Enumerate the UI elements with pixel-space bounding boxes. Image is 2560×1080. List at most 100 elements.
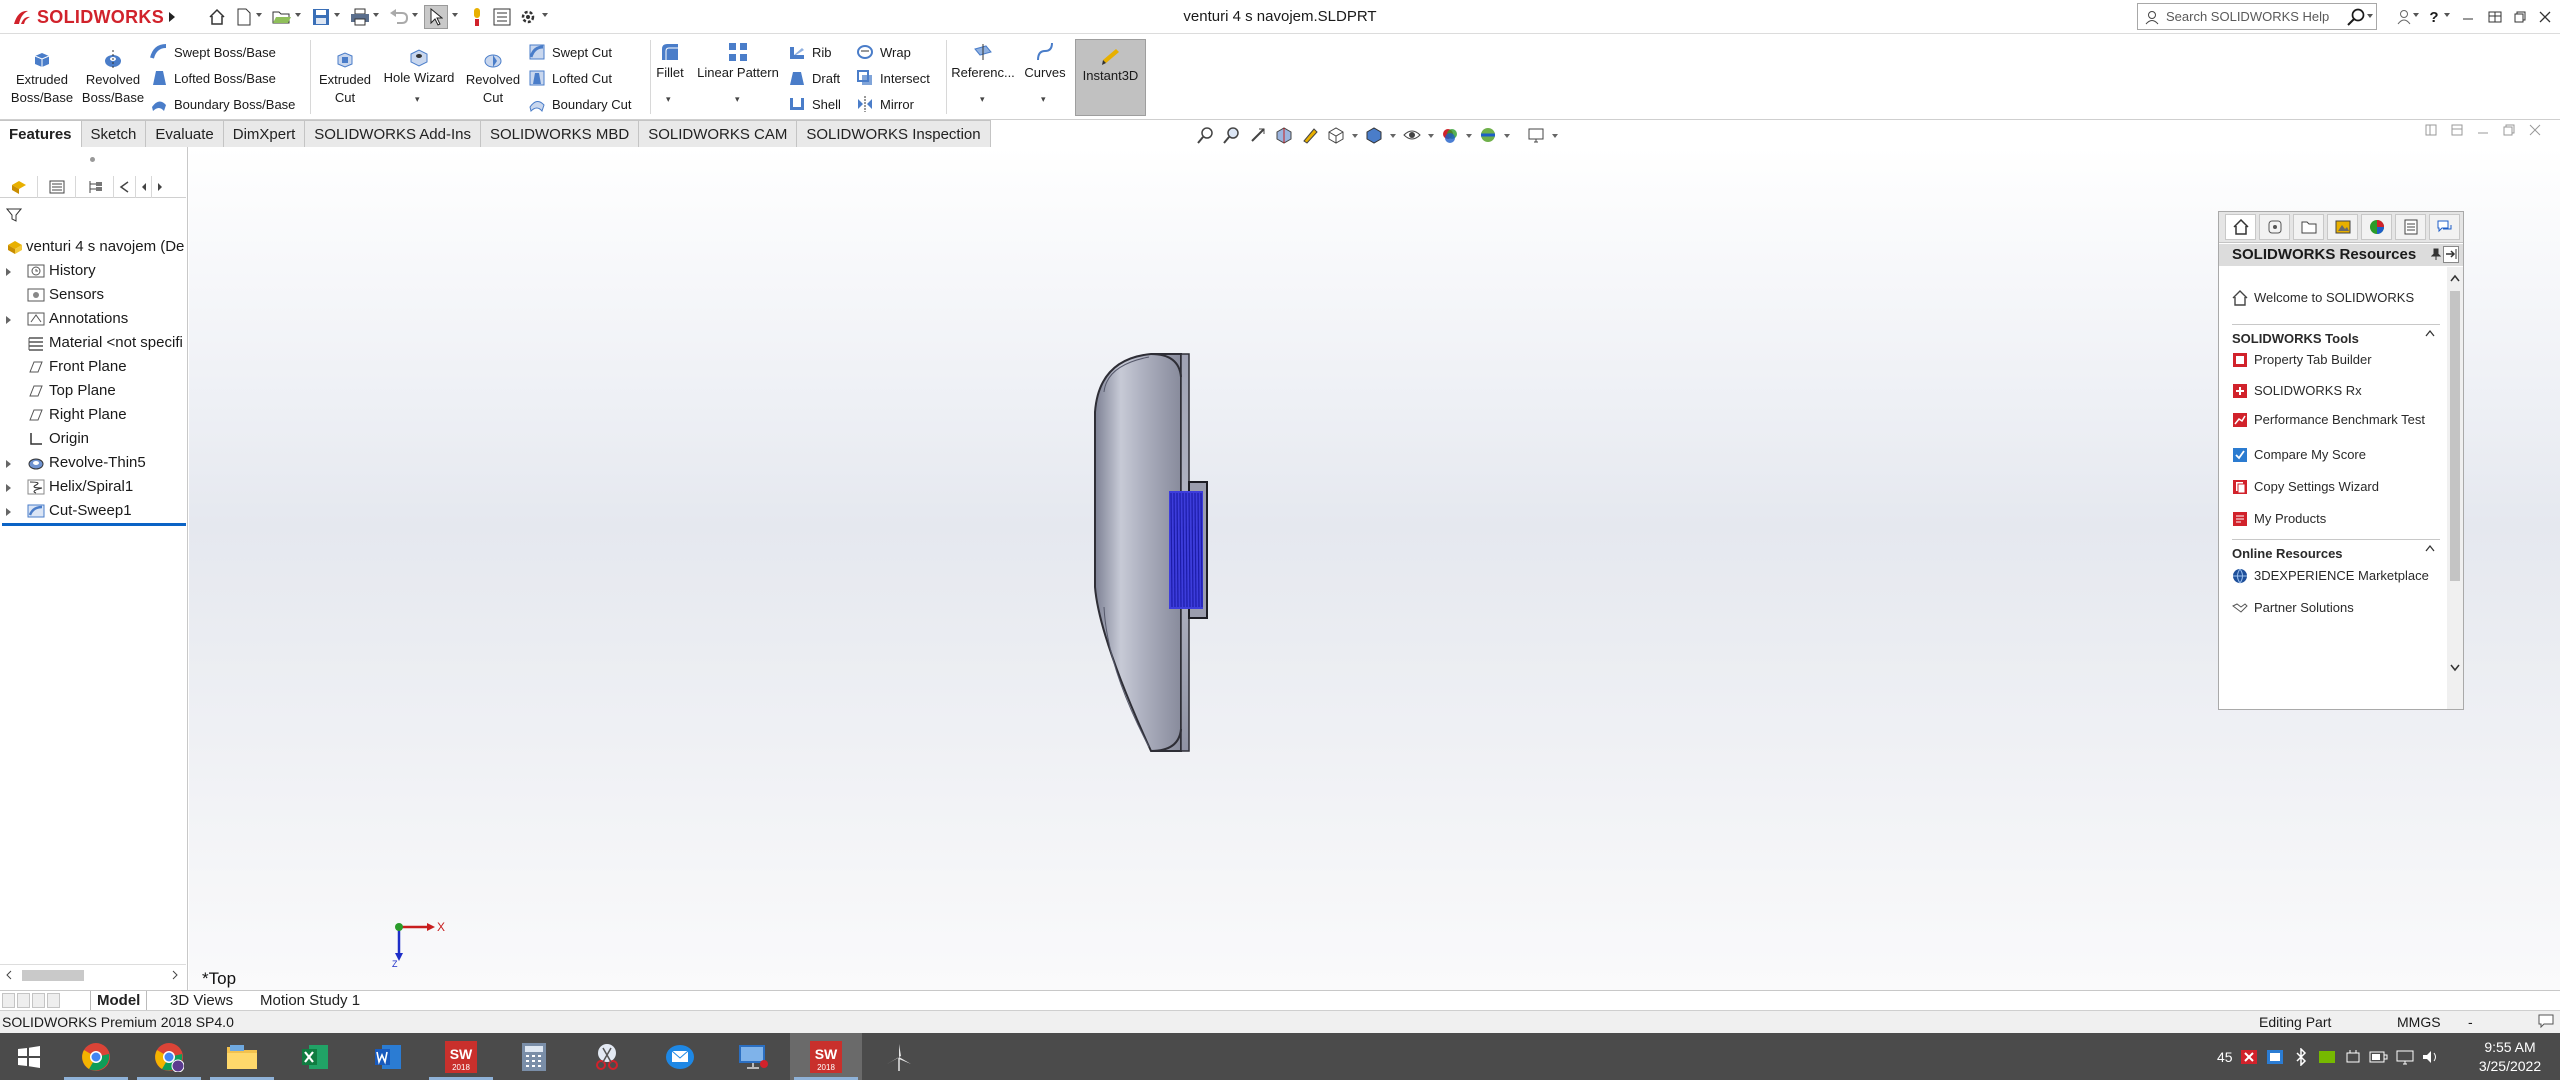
tree-item-right-plane[interactable]: Right Plane [0, 403, 186, 427]
linear-pattern-dropdown-icon[interactable]: ▾ [735, 94, 740, 105]
status-speech-icon[interactable] [2538, 1014, 2554, 1028]
print-icon[interactable] [348, 5, 372, 29]
search-icon[interactable] [2347, 8, 2367, 26]
revolved-boss-button[interactable]: Revolved Boss/Base [80, 48, 146, 107]
apply-scene-icon[interactable] [1477, 124, 1499, 146]
tree-item-cut-sweep1[interactable]: Cut-Sweep1 [0, 499, 186, 523]
expand-arrow-icon[interactable] [6, 268, 11, 276]
tree-item-top-plane[interactable]: Top Plane [0, 379, 186, 403]
expand-arrow-icon[interactable] [6, 316, 11, 324]
tree-item-annotations[interactable]: Annotations [0, 307, 186, 331]
previous-tab-icon[interactable] [17, 993, 30, 1008]
help-question-icon[interactable]: ? [2423, 6, 2445, 28]
tab-3d-views[interactable]: 3D Views [164, 991, 239, 1011]
file-explorer-icon[interactable] [2293, 214, 2324, 240]
scroll-down-icon[interactable] [2450, 664, 2460, 672]
tool-link-performance-benchmark[interactable]: Performance Benchmark Test [2232, 412, 2432, 428]
shell-button[interactable]: Shell [788, 93, 841, 115]
tools-section-header[interactable]: SOLIDWORKS Tools [2232, 324, 2440, 346]
boundary-cut-button[interactable]: Boundary Cut [528, 93, 632, 115]
revolved-cut-button[interactable]: Revolved Cut [460, 48, 526, 107]
tool-link-property-tab-builder[interactable]: Property Tab Builder [2232, 352, 2432, 368]
design-library-icon[interactable] [2259, 214, 2290, 240]
scroll-right-icon[interactable] [172, 970, 178, 980]
hole-wizard-button[interactable]: Hole Wizard [380, 46, 458, 87]
appearances-scenes-icon[interactable] [2361, 214, 2392, 240]
dimxpert-manager-tab-icon[interactable] [114, 176, 136, 198]
online-resources-section-header[interactable]: Online Resources [2232, 539, 2440, 561]
online-link-3dexperience-marketplace[interactable]: 3DEXPERIENCE Marketplace [2232, 568, 2432, 584]
hide-show-items-icon[interactable] [1401, 124, 1423, 146]
model-part[interactable] [189, 147, 2560, 990]
collapse-pane-icon[interactable] [2443, 246, 2459, 263]
reference-geometry-button[interactable]: Referenc... [948, 41, 1018, 82]
mail-app-icon[interactable] [644, 1033, 716, 1080]
viewport-close-icon[interactable] [2529, 124, 2541, 136]
tree-item-history[interactable]: History [0, 259, 186, 283]
lofted-boss-button[interactable]: Lofted Boss/Base [150, 67, 276, 89]
first-tab-icon[interactable] [2, 993, 15, 1008]
solidworks-2018-active-app-icon[interactable]: SW 2018 [790, 1033, 862, 1080]
scroll-up-icon[interactable] [2450, 274, 2460, 282]
help-search-box[interactable] [2137, 3, 2377, 30]
chrome-profile-app-icon[interactable] [133, 1033, 205, 1080]
expand-menu-arrow-icon[interactable] [160, 5, 184, 29]
tab-mbd[interactable]: SOLIDWORKS MBD [481, 120, 640, 147]
tab-scroll-left-icon[interactable] [136, 176, 152, 198]
options-gear-icon[interactable] [516, 5, 540, 29]
tool-link-my-products[interactable]: My Products [2232, 511, 2432, 527]
tab-evaluate[interactable]: Evaluate [146, 120, 224, 147]
tab-features[interactable]: Features [0, 120, 82, 147]
next-tab-icon[interactable] [32, 993, 45, 1008]
home-icon[interactable] [205, 5, 229, 29]
viewport-restore-icon[interactable] [2503, 124, 2515, 136]
snipping-tool-app-icon[interactable] [571, 1033, 643, 1080]
previous-view-icon[interactable] [1247, 124, 1269, 146]
tree-root-part[interactable]: venturi 4 s navojem (De [0, 235, 186, 259]
rebuild-icon[interactable] [465, 5, 489, 29]
property-manager-tab-icon[interactable] [38, 176, 76, 198]
tab-inspection[interactable]: SOLIDWORKS Inspection [797, 120, 991, 147]
reference-dropdown-icon[interactable]: ▾ [980, 94, 985, 105]
open-folder-icon[interactable] [270, 5, 294, 29]
tray-update-icon[interactable] [2265, 1047, 2285, 1067]
viewport-minimize-icon[interactable] [2477, 124, 2489, 136]
close-icon[interactable] [2534, 6, 2556, 28]
tray-volume-icon[interactable] [2421, 1047, 2441, 1067]
resources-home-icon[interactable] [2225, 214, 2256, 240]
help-search-input[interactable] [2166, 9, 2341, 24]
undo-icon[interactable] [387, 5, 411, 29]
wind-turbine-app-icon[interactable] [863, 1033, 935, 1080]
word-app-icon[interactable] [352, 1033, 424, 1080]
view-palette-icon[interactable] [2327, 214, 2358, 240]
online-link-partner-solutions[interactable]: Partner Solutions [2232, 600, 2432, 616]
tray-power-icon[interactable] [2369, 1047, 2389, 1067]
boundary-boss-button[interactable]: Boundary Boss/Base [150, 93, 295, 115]
tab-sketch[interactable]: Sketch [81, 120, 147, 147]
calculator-app-icon[interactable] [498, 1033, 570, 1080]
swept-cut-button[interactable]: Swept Cut [528, 41, 612, 63]
hole-wizard-dropdown-icon[interactable]: ▾ [415, 94, 420, 105]
configuration-manager-tab-icon[interactable] [76, 176, 114, 198]
tray-x-icon[interactable] [2239, 1047, 2259, 1067]
curves-button[interactable]: Curves [1020, 41, 1070, 82]
wrap-button[interactable]: Wrap [856, 41, 911, 63]
tree-item-material[interactable]: Material <not specifi [0, 331, 186, 355]
fillet-dropdown-icon[interactable]: ▾ [666, 94, 671, 105]
tab-motion-study-1[interactable]: Motion Study 1 [254, 991, 366, 1011]
swept-boss-button[interactable]: Swept Boss/Base [150, 41, 276, 63]
custom-properties-icon[interactable] [2395, 214, 2426, 240]
save-icon[interactable] [309, 5, 333, 29]
collapse-chevron-icon[interactable] [2425, 544, 2435, 552]
zoom-to-fit-icon[interactable] [1195, 124, 1217, 146]
chrome-app-icon[interactable] [60, 1033, 132, 1080]
link-views-icon[interactable] [2451, 124, 2463, 136]
tab-addins[interactable]: SOLIDWORKS Add-Ins [305, 120, 481, 147]
draft-button[interactable]: Draft [788, 67, 840, 89]
lofted-cut-button[interactable]: Lofted Cut [528, 67, 612, 89]
taskbar-clock[interactable]: 9:55 AM 3/25/2022 [2468, 1038, 2552, 1076]
forum-icon[interactable] [2429, 214, 2460, 240]
fillet-button[interactable]: Fillet [652, 41, 688, 82]
scroll-left-icon[interactable] [6, 970, 12, 980]
dynamic-annotation-icon[interactable] [1299, 124, 1321, 146]
